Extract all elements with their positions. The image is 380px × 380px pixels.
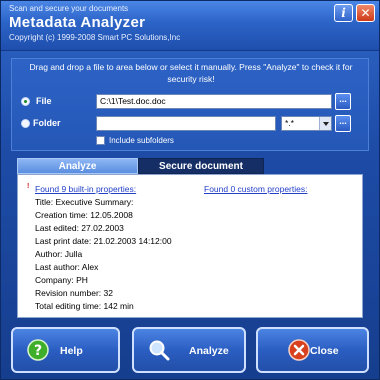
property-line: Last edited: 27.02.2003	[35, 223, 124, 233]
file-filter-value: *.*	[285, 118, 294, 128]
builtin-properties-link[interactable]: Found 9 built-in properties:	[35, 184, 136, 194]
property-line: Company: PH	[35, 275, 88, 285]
app-copyright: Copyright (c) 1999-2008 Smart PC Solutio…	[9, 33, 181, 42]
property-line: Creation time: 12.05.2008	[35, 210, 133, 220]
help-icon: ?	[27, 339, 49, 361]
property-line: Total editing time: 142 min	[35, 301, 134, 311]
window-close-button[interactable]: ✕	[356, 4, 375, 22]
include-subfolders-label: Include subfolders	[109, 136, 174, 145]
warning-icon: !	[27, 183, 30, 190]
help-button[interactable]: ? Help	[11, 327, 120, 373]
file-radio[interactable]	[21, 97, 30, 106]
folder-browse-button[interactable]: ...	[335, 115, 351, 132]
close-button[interactable]: Close	[256, 327, 369, 373]
info-button[interactable]: i	[334, 4, 353, 22]
file-path-field[interactable]: C:\1\Test.doc.doc	[96, 94, 332, 109]
title-bar[interactable]: Scan and secure your documents Metadata …	[1, 1, 379, 51]
property-line: Last print date: 21.02.2003 14:12:00	[35, 236, 172, 246]
analyze-button-label: Analyze	[189, 345, 229, 357]
tab-analyze[interactable]: Analyze	[17, 158, 138, 174]
app-title: Metadata Analyzer	[9, 14, 146, 31]
chevron-down-icon[interactable]	[319, 117, 331, 130]
instructions-text: Drag and drop a file to area below or se…	[29, 62, 353, 84]
folder-radio[interactable]	[21, 119, 30, 128]
file-radio-label: File	[36, 96, 52, 106]
app-subtitle: Scan and secure your documents	[9, 4, 129, 13]
property-line: Author: Julla	[35, 249, 83, 259]
close-icon	[288, 339, 310, 361]
file-filter-select[interactable]: *.*	[281, 116, 332, 131]
include-subfolders-checkbox[interactable]	[96, 136, 105, 145]
custom-properties-link[interactable]: Found 0 custom properties:	[204, 184, 307, 194]
property-line: Revision number: 32	[35, 288, 113, 298]
folder-path-field[interactable]	[96, 116, 276, 131]
analyze-button[interactable]: Analyze	[132, 327, 246, 373]
help-button-label: Help	[60, 345, 83, 357]
file-browse-button[interactable]: ...	[335, 93, 351, 110]
close-button-label: Close	[310, 345, 339, 357]
svg-text:?: ?	[34, 343, 42, 359]
results-panel: ! Found 9 built-in properties: Found 0 c…	[17, 174, 363, 318]
property-line: Last author: Alex	[35, 262, 99, 272]
app-window: Scan and secure your documents Metadata …	[0, 0, 380, 380]
magnifier-icon	[149, 340, 170, 361]
tab-secure-document[interactable]: Secure document	[138, 158, 264, 174]
property-line: Title: Executive Summary:	[35, 197, 134, 207]
folder-radio-label: Folder	[33, 118, 61, 128]
